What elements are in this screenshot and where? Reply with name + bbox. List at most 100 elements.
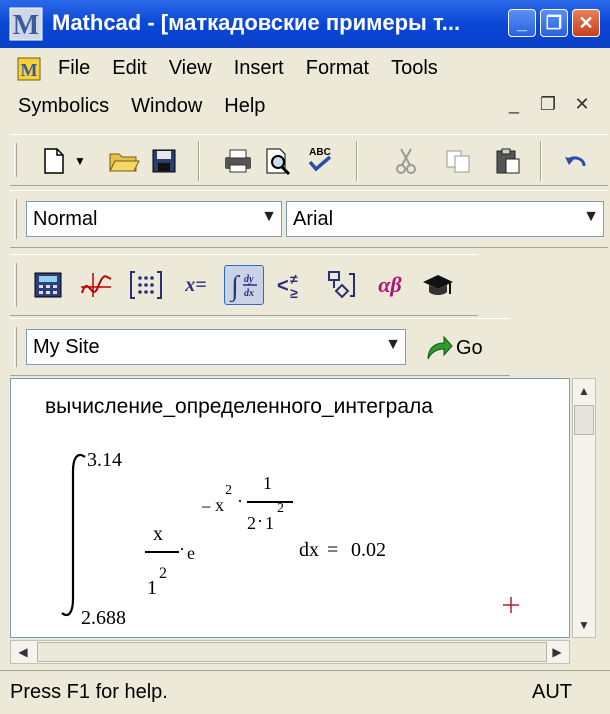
exp-minus: − [201,497,212,517]
font-select[interactable]: Arial ▼ [286,201,604,237]
mathcad-app-icon: M [9,7,43,41]
cursor-cross-icon [503,597,519,613]
menu-format[interactable]: Format [306,57,369,80]
symbolic-icon[interactable] [420,267,456,303]
svg-text:dy: dy [244,274,254,285]
exp-x-power: 2 [225,483,232,498]
menu-edit[interactable]: Edit [112,57,146,80]
new-file-dropdown-icon[interactable]: ▼ [70,143,90,179]
horizontal-scrollbar[interactable]: ◀ ▶ [10,640,570,664]
save-icon[interactable] [146,143,182,179]
denominator-base: 1 [147,577,157,599]
menu-file[interactable]: File [58,57,90,80]
new-file-icon[interactable] [36,143,72,179]
euler-e: e [187,543,195,563]
doc-restore-button[interactable]: ❐ [536,92,560,116]
toolbar-grip[interactable] [14,143,17,177]
math-toolbar: x= ∫ dy dx < ≠ ≥ αβ [10,254,478,316]
style-value: Normal [33,207,98,230]
status-message: Press F1 for help. [10,681,168,703]
differential: dx [299,539,319,561]
svg-text:dx: dx [244,288,254,299]
menu-view[interactable]: View [169,57,212,80]
paste-icon[interactable] [490,143,526,179]
menu-symbolics[interactable]: Symbolics [18,95,109,118]
calculus-icon[interactable]: ∫ dy dx [224,265,264,305]
close-button[interactable]: ✕ [572,9,600,37]
boolean-icon[interactable]: < ≠ ≥ [274,267,310,303]
style-select[interactable]: Normal ▼ [26,201,282,237]
svg-text:M: M [21,60,38,80]
vertical-scrollbar[interactable]: ▲ ▼ [572,378,596,638]
scroll-right-icon[interactable]: ▶ [547,642,567,662]
exp-frac-den-power: 2 [277,501,284,516]
greek-icon[interactable]: αβ [372,267,408,303]
exp-frac-den-a: 2 [247,513,256,533]
address-value: My Site [33,335,100,358]
exp-x: x [215,495,224,515]
svg-text:<: < [277,275,289,297]
scroll-up-icon[interactable]: ▲ [574,381,594,401]
copy-icon[interactable] [440,143,476,179]
go-arrow-icon [427,335,453,360]
toolbar-grip[interactable] [14,263,17,307]
svg-text:≥: ≥ [290,285,298,300]
print-icon[interactable] [220,143,256,179]
equals-sign: = [327,539,339,561]
exp-fraction-bar [247,501,293,503]
chevron-down-icon[interactable]: ▼ [583,208,599,226]
vertical-scroll-thumb[interactable] [574,405,594,435]
result-value: 0.02 [351,539,386,561]
dot-operator: · [179,539,185,559]
go-label: Go [456,336,483,359]
svg-text:∫: ∫ [229,271,241,302]
lower-limit: 2.688 [81,607,126,629]
graph-icon[interactable] [78,267,114,303]
integral-sign [61,453,86,617]
print-preview-icon[interactable] [260,143,296,179]
resources-toolbar: My Site ▼ Go [10,318,510,376]
minimize-button[interactable]: _ [508,9,536,37]
fraction-bar [145,551,179,553]
formatting-toolbar: Normal ▼ Arial ▼ [10,190,608,248]
spell-check-icon[interactable]: ABC [302,141,338,177]
scroll-left-icon[interactable]: ◀ [13,642,33,662]
svg-text:M: M [13,10,39,41]
chevron-down-icon[interactable]: ▼ [385,336,401,354]
numerator: x [153,523,163,545]
address-select[interactable]: My Site ▼ [26,329,406,365]
open-folder-icon[interactable] [106,143,142,179]
calculator-icon[interactable] [30,267,66,303]
menu-bar: M File Edit View Insert Format Tools Sym… [0,48,610,132]
cut-icon[interactable] [388,143,424,179]
window-title: Mathcad - [маткадовские примеры т... [52,10,461,35]
exp-frac-den-dot: · [257,511,263,531]
menu-window[interactable]: Window [131,95,202,118]
menu-insert[interactable]: Insert [234,57,284,80]
toolbar-grip[interactable] [14,199,17,239]
scroll-down-icon[interactable]: ▼ [574,615,594,635]
worksheet-title[interactable]: вычисление_определенного_интеграла [45,395,433,419]
worksheet[interactable]: вычисление_определенного_интеграла 3.14 … [10,378,570,638]
upper-limit: 3.14 [87,449,122,471]
programming-icon[interactable] [324,267,360,303]
matrix-icon[interactable] [128,267,164,303]
menu-tools[interactable]: Tools [391,57,438,80]
doc-minimize-button[interactable]: _ [502,92,526,116]
standard-toolbar: ▼ ABC [10,134,608,186]
undo-icon[interactable] [558,143,594,179]
exp-frac-den-b: 1 [265,513,274,533]
toolbar-grip[interactable] [14,327,17,367]
doc-close-button[interactable]: ✕ [570,92,594,116]
menu-help[interactable]: Help [224,95,265,118]
calc-mode: AUT [532,681,572,703]
chevron-down-icon[interactable]: ▼ [261,208,277,226]
exp-frac-numerator: 1 [263,473,272,493]
horizontal-scroll-thumb[interactable] [37,642,547,662]
evaluation-icon[interactable]: x= [178,267,214,303]
title-bar: M Mathcad - [маткадовские примеры т... _… [0,0,610,48]
maximize-button[interactable]: ❐ [540,9,568,37]
document-icon[interactable]: M [14,54,44,84]
status-bar: Press F1 for help. AUT [0,670,610,714]
go-button[interactable]: Go [424,331,483,365]
